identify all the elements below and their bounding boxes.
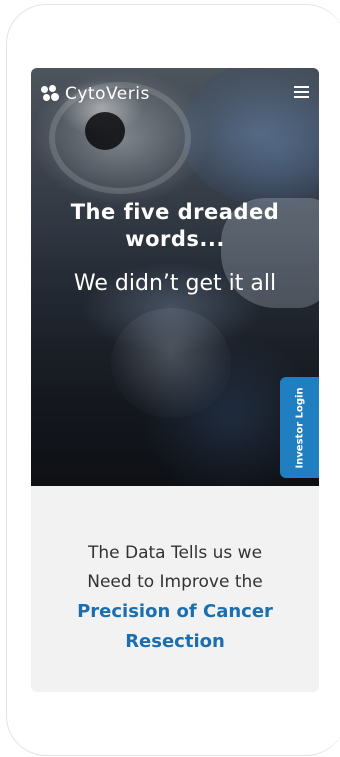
- intro-text-line-1: The Data Tells us we: [87, 543, 263, 563]
- intro-highlight-line-2: Resection: [125, 631, 225, 652]
- investor-login-button[interactable]: Investor Login: [280, 377, 319, 478]
- hero-headline: The five dreaded words...: [70, 200, 280, 251]
- intro-text-line-2: Need to Improve the: [87, 572, 263, 592]
- hero-subline: We didn’t get it all: [73, 271, 277, 296]
- logo-text: CytoVeris: [65, 84, 150, 104]
- page-viewport: CytoVeris The five dreaded words... We d…: [31, 68, 319, 692]
- investor-login-label: Investor Login: [294, 386, 305, 469]
- intro-highlight-line-1: Precision of Cancer: [77, 601, 273, 622]
- hero-banner: CytoVeris The five dreaded words... We d…: [31, 68, 319, 486]
- intro-section: The Data Tells us we Need to Improve the…: [31, 486, 319, 692]
- hamburger-icon[interactable]: [294, 86, 309, 98]
- site-logo[interactable]: CytoVeris: [41, 84, 150, 104]
- logo-cells-icon: [41, 85, 59, 103]
